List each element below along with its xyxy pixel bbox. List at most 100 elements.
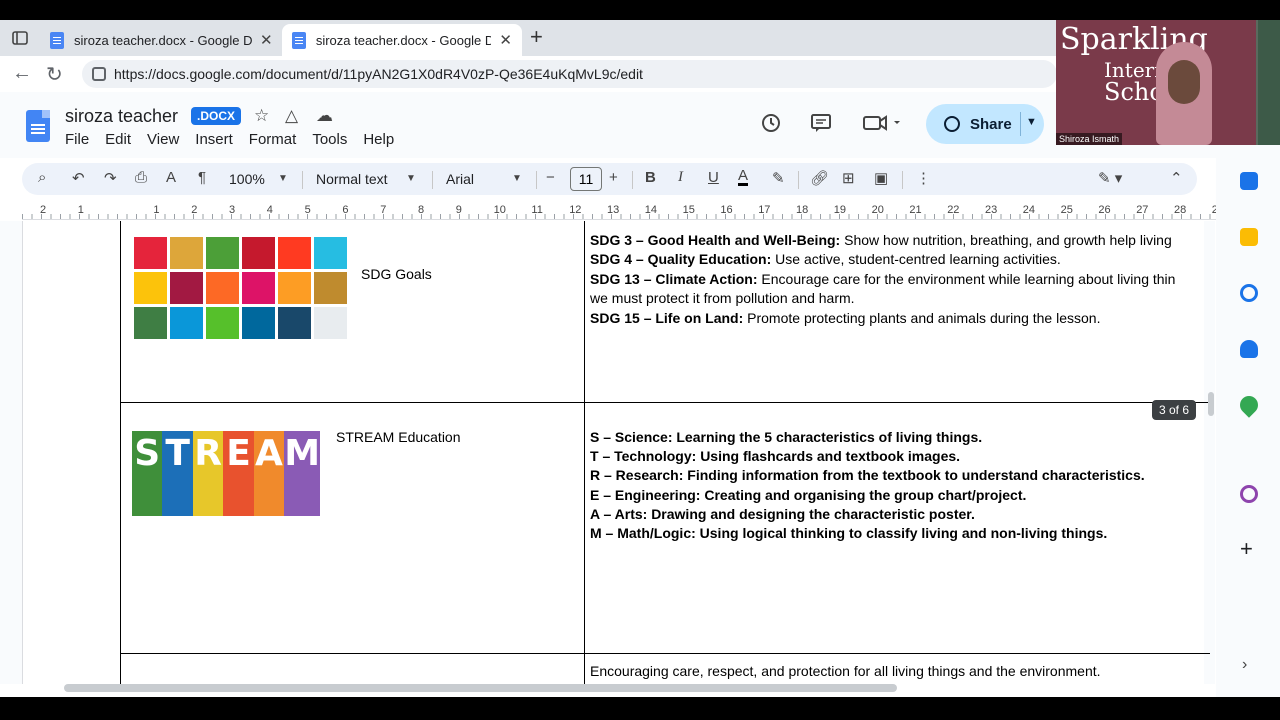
docs-tab-icon bbox=[50, 31, 64, 49]
stream-letter-block: A bbox=[253, 431, 285, 516]
reload-icon[interactable]: ↻ bbox=[46, 62, 63, 87]
stream-letter-block: T bbox=[162, 431, 193, 516]
italic-icon[interactable]: I bbox=[678, 169, 683, 186]
ruler-label: 12 bbox=[569, 204, 582, 216]
editing-mode-icon[interactable]: ✎ ▾ bbox=[1098, 169, 1122, 187]
contacts-icon[interactable] bbox=[1240, 340, 1258, 358]
copilot-icon[interactable] bbox=[1240, 485, 1258, 503]
share-divider bbox=[1020, 112, 1021, 136]
sdg-line: SDG 3 – Good Health and Well-Being: Show… bbox=[590, 232, 1172, 248]
link-icon[interactable]: 🔗︎ bbox=[810, 169, 829, 187]
maps-icon[interactable] bbox=[1236, 392, 1262, 418]
search-menus-icon[interactable]: ⌕ bbox=[38, 169, 46, 186]
ruler-label: 23 bbox=[985, 204, 998, 216]
url-text: https://docs.google.com/document/d/11pyA… bbox=[114, 66, 643, 82]
document-title[interactable]: siroza teacher bbox=[65, 106, 178, 127]
sdg-goal-tile bbox=[170, 272, 203, 304]
menu-bar: File Edit View Insert Format Tools Help bbox=[65, 131, 410, 148]
ruler-label: 1 bbox=[153, 204, 160, 216]
more-options-icon[interactable]: ⋮ bbox=[916, 169, 931, 187]
sdg-goal-tile bbox=[314, 307, 347, 339]
site-info-icon[interactable] bbox=[92, 67, 106, 81]
add-comment-icon[interactable]: ⊞ bbox=[842, 169, 855, 187]
sdg-goal-tile bbox=[314, 237, 347, 269]
ruler-label: 17 bbox=[758, 204, 771, 216]
sdg-goals-image[interactable] bbox=[134, 237, 348, 341]
chevron-down-icon[interactable]: ▼ bbox=[512, 173, 522, 184]
back-icon[interactable]: ← bbox=[12, 62, 32, 85]
menu-format[interactable]: Format bbox=[249, 131, 297, 148]
comments-icon[interactable] bbox=[810, 112, 832, 134]
toolbar-divider bbox=[302, 171, 303, 189]
toolbar-divider bbox=[902, 171, 903, 189]
ruler-ticks bbox=[22, 214, 1218, 219]
font-select[interactable]: Arial bbox=[446, 171, 474, 187]
paint-format-icon[interactable]: ¶ bbox=[198, 169, 206, 186]
share-button[interactable]: Share ▼ bbox=[926, 104, 1044, 144]
horizontal-scrollbar[interactable] bbox=[64, 684, 897, 692]
chevron-down-icon[interactable]: ▼ bbox=[278, 173, 288, 184]
calendar-icon[interactable] bbox=[1240, 172, 1258, 190]
print-icon[interactable]: ⎙ bbox=[135, 169, 147, 186]
menu-help[interactable]: Help bbox=[363, 131, 394, 148]
star-icon[interactable]: ☆ bbox=[254, 106, 269, 126]
ruler-label: 2 bbox=[191, 204, 198, 216]
close-tab-icon[interactable]: ✕ bbox=[260, 31, 273, 49]
url-field[interactable]: https://docs.google.com/document/d/11pyA… bbox=[82, 60, 1057, 88]
cloud-status-icon[interactable]: ☁ bbox=[316, 106, 333, 126]
participant-name: Shiroza Ismath bbox=[1056, 133, 1123, 145]
docs-tab-icon bbox=[292, 31, 306, 49]
increase-font-size-icon[interactable]: + bbox=[609, 169, 618, 186]
browser-tab-1[interactable]: siroza teacher.docx - Google Docs ✕ bbox=[40, 24, 283, 56]
bold-icon[interactable]: B bbox=[645, 169, 656, 186]
sdg-goal-tile bbox=[134, 272, 167, 304]
keep-icon[interactable] bbox=[1240, 228, 1258, 246]
stream-line: E – Engineering: Creating and organising… bbox=[590, 487, 1027, 503]
ruler[interactable]: 2 1 1 2 3 4 5 6 7 8 9 10 11 12 13 14 15 16 17 18 19 20 21 22 23 2… bbox=[22, 202, 1224, 220]
table-border bbox=[120, 221, 121, 684]
undo-icon[interactable]: ↶ bbox=[72, 169, 85, 187]
menu-insert[interactable]: Insert bbox=[195, 131, 233, 148]
webcam-brand-text: Scho bbox=[1104, 78, 1164, 106]
stream-line: M – Math/Logic: Using logical thinking t… bbox=[590, 525, 1108, 541]
ruler-label: 9 bbox=[455, 204, 462, 216]
menu-file[interactable]: File bbox=[65, 131, 89, 148]
decrease-font-size-icon[interactable]: − bbox=[546, 169, 555, 186]
spellcheck-icon[interactable]: A bbox=[166, 169, 176, 186]
closing-line: Encouraging care, respect, and protectio… bbox=[590, 663, 1101, 679]
underline-icon[interactable]: U bbox=[708, 169, 719, 186]
highlight-icon[interactable]: ✎ bbox=[772, 169, 785, 187]
tasks-icon[interactable] bbox=[1240, 284, 1258, 302]
stream-education-image[interactable]: STREAM bbox=[132, 431, 321, 516]
menu-edit[interactable]: Edit bbox=[105, 131, 131, 148]
collapse-menus-icon[interactable]: ⌃ bbox=[1170, 169, 1183, 187]
chevron-down-icon[interactable]: ▼ bbox=[1026, 116, 1037, 128]
style-select[interactable]: Normal text bbox=[316, 171, 388, 187]
zoom-select[interactable]: 100% bbox=[229, 171, 265, 187]
menu-tools[interactable]: Tools bbox=[312, 131, 347, 148]
ruler-label: 6 bbox=[342, 204, 349, 216]
sdg-goal-tile bbox=[206, 237, 239, 269]
page-indicator-badge: 3 of 6 bbox=[1152, 400, 1197, 420]
stream-letter-block: M bbox=[284, 431, 321, 516]
meet-icon[interactable] bbox=[862, 112, 902, 134]
close-tab-icon[interactable]: ✕ bbox=[499, 31, 512, 49]
stream-letter-block: S bbox=[132, 431, 163, 516]
vertical-scrollbar[interactable] bbox=[1208, 392, 1214, 416]
add-addon-icon[interactable]: + bbox=[1240, 536, 1253, 562]
ruler-label: 14 bbox=[644, 204, 658, 216]
tab-actions-icon[interactable] bbox=[10, 28, 30, 48]
new-tab-button[interactable]: + bbox=[530, 24, 543, 50]
font-size-input[interactable]: 11 bbox=[570, 167, 602, 191]
move-icon[interactable]: △ bbox=[285, 106, 298, 126]
menu-view[interactable]: View bbox=[147, 131, 179, 148]
redo-icon[interactable]: ↷ bbox=[104, 169, 117, 187]
chevron-down-icon[interactable]: ▼ bbox=[406, 173, 416, 184]
document-canvas: SDG Goals SDG 3 – Good Health and Well-B… bbox=[0, 221, 1215, 684]
version-history-icon[interactable] bbox=[760, 112, 782, 134]
insert-image-icon[interactable]: ▣ bbox=[874, 169, 888, 187]
browser-tab-2-active[interactable]: siroza teacher.docx - Google Docs ✕ bbox=[282, 24, 522, 56]
chevron-right-icon[interactable]: › bbox=[1242, 656, 1247, 674]
docs-logo-icon[interactable] bbox=[26, 110, 50, 142]
text-color-icon[interactable]: A bbox=[738, 168, 749, 186]
